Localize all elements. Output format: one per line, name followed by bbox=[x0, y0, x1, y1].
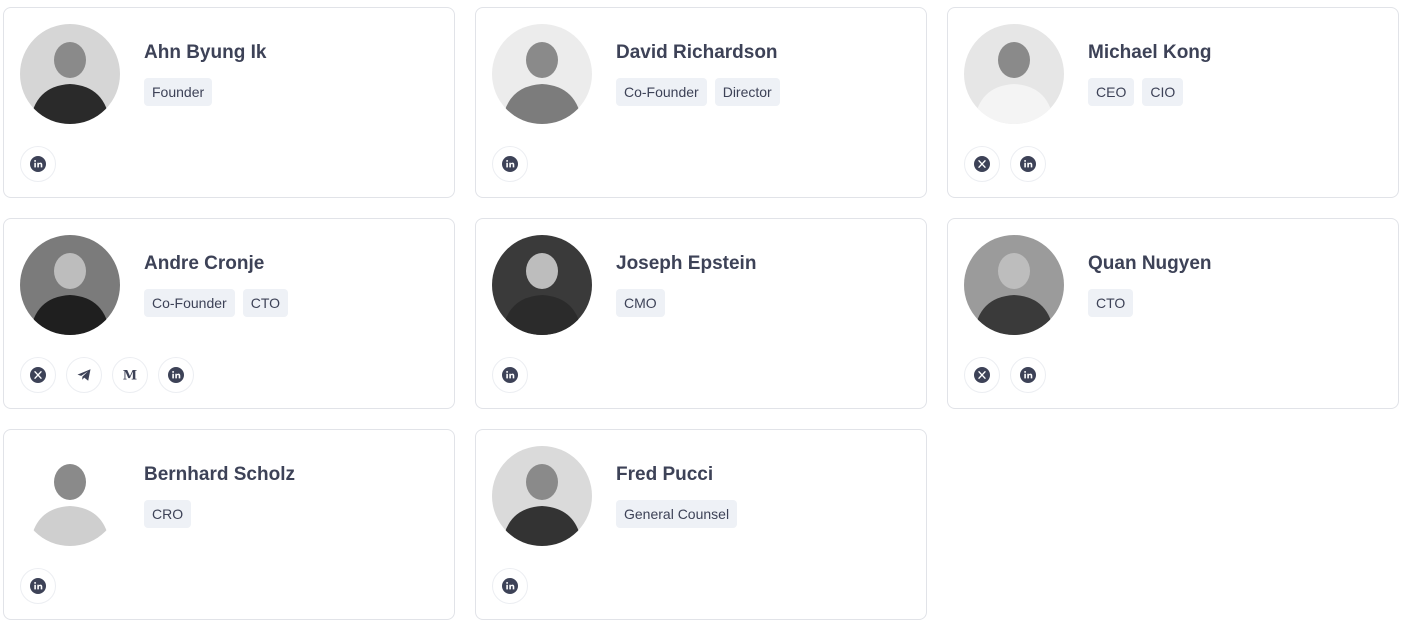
x-link[interactable] bbox=[964, 146, 1000, 182]
linkedin-icon bbox=[1020, 156, 1036, 172]
linkedin-icon bbox=[168, 367, 184, 383]
team-card: Ahn Byung Ik Founder bbox=[3, 7, 455, 198]
role-list: Co-Founder Director bbox=[616, 78, 780, 106]
linkedin-link[interactable] bbox=[20, 146, 56, 182]
member-name: Michael Kong bbox=[1088, 42, 1212, 63]
team-card: Quan Nugyen CTO bbox=[947, 218, 1399, 409]
linkedin-icon bbox=[30, 156, 46, 172]
linkedin-icon bbox=[502, 578, 518, 594]
role-list: Founder bbox=[144, 78, 213, 106]
avatar bbox=[20, 446, 120, 546]
linkedin-link[interactable] bbox=[492, 146, 528, 182]
linkedin-link[interactable] bbox=[1010, 146, 1046, 182]
role-list: Co-Founder CTO bbox=[144, 289, 289, 317]
team-card: Michael Kong CEO CIO bbox=[947, 7, 1399, 198]
social-links bbox=[20, 568, 56, 604]
member-name: Ahn Byung Ik bbox=[144, 42, 267, 63]
team-card: Bernhard Scholz CRO bbox=[3, 429, 455, 620]
linkedin-link[interactable] bbox=[1010, 357, 1046, 393]
role-badge: CMO bbox=[616, 289, 665, 317]
x-link[interactable] bbox=[20, 357, 56, 393]
avatar bbox=[492, 24, 592, 124]
x-icon bbox=[30, 367, 46, 383]
svg-text:M: M bbox=[123, 369, 137, 384]
linkedin-link[interactable] bbox=[20, 568, 56, 604]
social-links: M bbox=[20, 357, 194, 393]
role-list: CRO bbox=[144, 500, 192, 528]
linkedin-link[interactable] bbox=[492, 357, 528, 393]
telegram-icon bbox=[77, 369, 91, 381]
role-badge: General Counsel bbox=[616, 500, 738, 528]
role-badge: Founder bbox=[144, 78, 213, 106]
linkedin-link[interactable] bbox=[492, 568, 528, 604]
role-badge: Co-Founder bbox=[616, 78, 707, 106]
team-card: Joseph Epstein CMO bbox=[475, 218, 927, 409]
social-links bbox=[492, 357, 528, 393]
linkedin-icon bbox=[1020, 367, 1036, 383]
member-name: Fred Pucci bbox=[616, 464, 714, 485]
role-list: General Counsel bbox=[616, 500, 738, 528]
member-name: Bernhard Scholz bbox=[144, 464, 295, 485]
role-badge: CEO bbox=[1088, 78, 1135, 106]
member-name: Joseph Epstein bbox=[616, 253, 757, 274]
role-badge: Co-Founder bbox=[144, 289, 235, 317]
linkedin-icon bbox=[502, 156, 518, 172]
social-links bbox=[492, 568, 528, 604]
avatar bbox=[964, 235, 1064, 335]
avatar bbox=[492, 235, 592, 335]
team-card: Andre Cronje Co-Founder CTO M bbox=[3, 218, 455, 409]
role-list: CTO bbox=[1088, 289, 1134, 317]
team-card: David Richardson Co-Founder Director bbox=[475, 7, 927, 198]
medium-icon: M bbox=[123, 369, 137, 384]
linkedin-icon bbox=[30, 578, 46, 594]
team-card: Fred Pucci General Counsel bbox=[475, 429, 927, 620]
social-links bbox=[20, 146, 56, 182]
social-links bbox=[964, 146, 1046, 182]
linkedin-icon bbox=[502, 367, 518, 383]
role-badge: CRO bbox=[144, 500, 192, 528]
role-list: CMO bbox=[616, 289, 665, 317]
avatar bbox=[964, 24, 1064, 124]
x-icon bbox=[974, 367, 990, 383]
social-links bbox=[964, 357, 1046, 393]
role-badge: CIO bbox=[1142, 78, 1184, 106]
x-icon bbox=[974, 156, 990, 172]
role-badge: CTO bbox=[242, 289, 289, 317]
avatar bbox=[492, 446, 592, 546]
avatar bbox=[20, 24, 120, 124]
role-list: CEO CIO bbox=[1088, 78, 1184, 106]
member-name: David Richardson bbox=[616, 42, 778, 63]
linkedin-link[interactable] bbox=[158, 357, 194, 393]
role-badge: Director bbox=[714, 78, 780, 106]
medium-link[interactable]: M bbox=[112, 357, 148, 393]
telegram-link[interactable] bbox=[66, 357, 102, 393]
role-badge: CTO bbox=[1088, 289, 1134, 317]
avatar bbox=[20, 235, 120, 335]
x-link[interactable] bbox=[964, 357, 1000, 393]
social-links bbox=[492, 146, 528, 182]
member-name: Quan Nugyen bbox=[1088, 253, 1212, 274]
member-name: Andre Cronje bbox=[144, 253, 265, 274]
